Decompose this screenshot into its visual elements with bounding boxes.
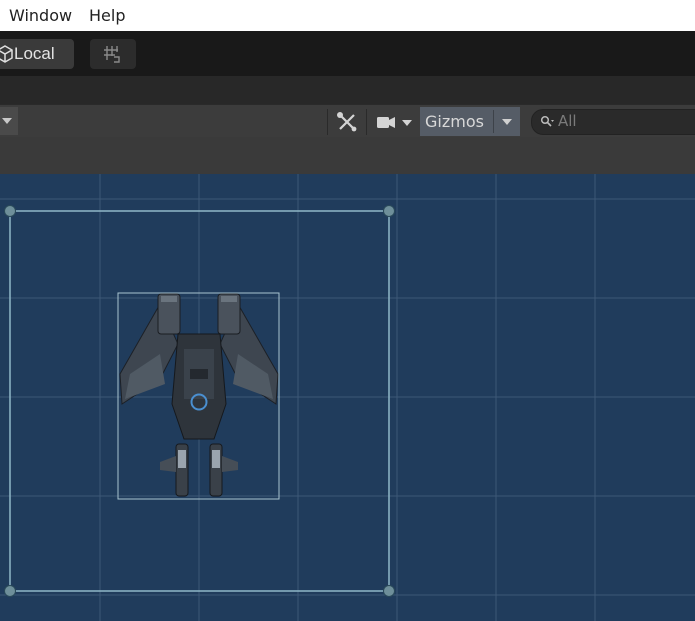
gizmos-divider — [493, 110, 494, 133]
grid-snap-button[interactable] — [90, 39, 136, 69]
chevron-down-icon[interactable] — [502, 119, 512, 125]
gizmos-label: Gizmos — [425, 112, 484, 131]
scene-tools-button[interactable] — [332, 109, 362, 135]
gizmos-dropdown[interactable]: Gizmos — [420, 107, 520, 136]
scene-camera-dropdown[interactable] — [370, 109, 416, 135]
main-toolbar: Local — [0, 31, 695, 76]
grid-snap-icon — [104, 46, 120, 63]
cube-icon — [0, 45, 13, 63]
menu-bar: Window Help — [0, 0, 695, 31]
toolbar-divider — [327, 109, 328, 135]
scene-tab-strip — [0, 76, 695, 104]
spaceship-sprite[interactable] — [0, 174, 695, 621]
toolbar-divider — [366, 109, 367, 135]
video-camera-icon — [377, 117, 412, 128]
chevron-down-icon — [2, 118, 12, 124]
shading-mode-dropdown[interactable] — [0, 107, 18, 135]
search-icon — [540, 115, 554, 127]
menu-item-window[interactable]: Window — [9, 6, 72, 25]
wrench-cross-icon — [337, 112, 357, 132]
pivot-rotation-local-button[interactable]: Local — [0, 39, 74, 69]
pivot-rotation-label: Local — [14, 44, 55, 63]
scene-search-field[interactable] — [531, 109, 695, 135]
scene-viewport[interactable] — [0, 174, 695, 621]
scene-view-toolbar: Gizmos — [0, 104, 695, 139]
search-input[interactable] — [558, 111, 688, 131]
scene-overlay-strip — [0, 137, 695, 174]
menu-item-help[interactable]: Help — [89, 6, 125, 25]
